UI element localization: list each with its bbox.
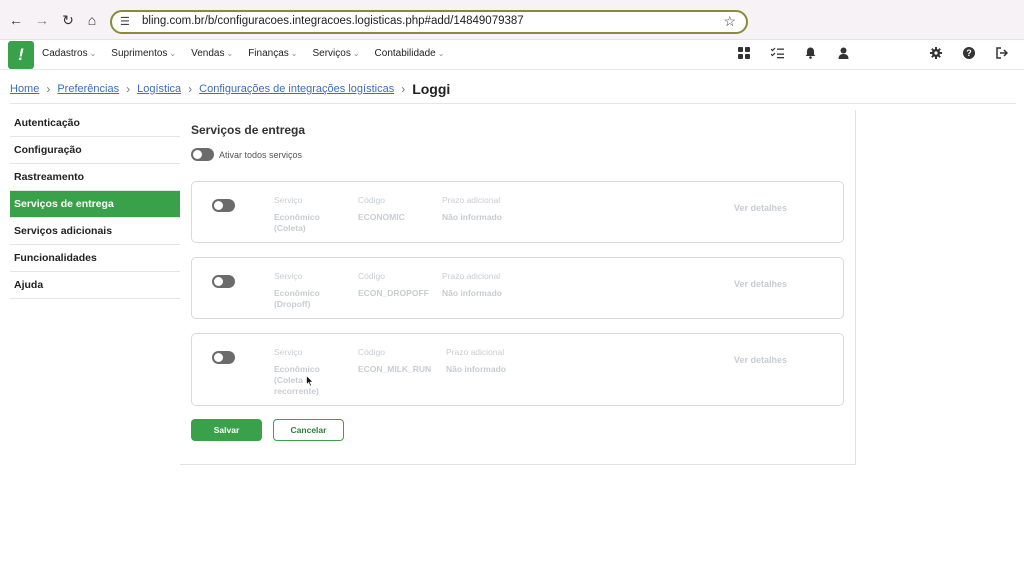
view-details-link[interactable]: Ver detalhes	[734, 279, 787, 289]
code-value: ECON_MILK_RUN	[358, 364, 432, 374]
bling-logo[interactable]: !	[8, 41, 34, 69]
sidebar-item-servicos-adicionais[interactable]: Serviços adicionais	[10, 218, 180, 245]
view-details-link[interactable]: Ver detalhes	[734, 355, 787, 365]
chevron-down-icon: ⌄	[290, 49, 298, 58]
forward-icon[interactable]: →	[34, 12, 50, 28]
breadcrumb-logistica[interactable]: Logística	[137, 83, 181, 95]
back-icon[interactable]: ←	[8, 12, 24, 28]
menu-vendas[interactable]: Vendas ⌄	[191, 40, 233, 70]
service-card: Serviço Econômico (Dropoff) Código ECON_…	[191, 257, 844, 319]
service-value: Econômico (Dropoff)	[274, 288, 320, 309]
deadline-value: Não informado	[442, 288, 502, 298]
breadcrumb-configuracoes[interactable]: Configurações de integrações logísticas	[199, 83, 394, 95]
sidebar-item-configuracao[interactable]: Configuração	[10, 137, 180, 164]
service-toggle[interactable]	[212, 351, 235, 364]
page-title: Loggi	[412, 81, 451, 97]
sidebar-item-rastreamento[interactable]: Rastreamento	[10, 164, 180, 191]
sidebar-item-autenticacao[interactable]: Autenticação	[10, 110, 180, 137]
code-value: ECON_DROPOFF	[358, 288, 429, 298]
code-value: ECONOMIC	[358, 212, 405, 222]
menu-suprimentos[interactable]: Suprimentos ⌄	[111, 40, 176, 70]
main-menu: Cadastros ⌄ Suprimentos ⌄ Vendas ⌄ Finanças…	[42, 40, 459, 70]
deadline-label: Prazo adicional	[442, 195, 501, 205]
cancel-button[interactable]: Cancelar	[273, 419, 344, 441]
user-icon[interactable]	[836, 47, 850, 61]
service-toggle[interactable]	[212, 275, 235, 288]
service-toggle[interactable]	[212, 199, 235, 212]
logout-icon[interactable]	[995, 47, 1009, 61]
site-info-icon[interactable]: ☰	[120, 15, 130, 28]
sidebar-item-ajuda[interactable]: Ajuda	[10, 272, 180, 299]
menu-servicos[interactable]: Serviços ⌄	[312, 40, 359, 70]
chevron-right-icon: ›	[401, 82, 406, 96]
service-card: Serviço Econômico (Coleta recorrente) Có…	[191, 333, 844, 406]
deadline-label: Prazo adicional	[442, 271, 501, 281]
app-header: ! Cadastros ⌄ Suprimentos ⌄ Vendas ⌄ Finanç…	[0, 40, 1024, 70]
chevron-down-icon: ⌄	[352, 49, 360, 58]
code-label: Código	[358, 271, 385, 281]
help-icon[interactable]: ?	[962, 47, 976, 61]
mouse-cursor-icon	[306, 375, 314, 387]
svg-text:?: ?	[966, 48, 972, 58]
bell-icon[interactable]	[803, 47, 817, 61]
section-title: Serviços de entrega	[191, 123, 306, 137]
gear-icon[interactable]	[929, 47, 943, 61]
chevron-down-icon: ⌄	[169, 49, 177, 58]
reload-icon[interactable]: ↻	[60, 12, 76, 28]
bookmark-star-icon[interactable]: ☆	[723, 13, 736, 30]
toggle-all-services[interactable]	[191, 148, 214, 161]
menu-financas[interactable]: Finanças ⌄	[248, 40, 297, 70]
tasks-checklist-icon[interactable]	[770, 47, 784, 61]
sidebar-item-funcionalidades[interactable]: Funcionalidades	[10, 245, 180, 272]
deadline-label: Prazo adicional	[446, 347, 505, 357]
toggle-all-label: Ativar todos serviços	[219, 150, 303, 160]
breadcrumb-home[interactable]: Home	[10, 83, 39, 95]
url-text[interactable]: bling.com.br/b/configuracoes.integracoes…	[142, 15, 524, 27]
view-details-link[interactable]: Ver detalhes	[734, 203, 787, 213]
chevron-down-icon: ⌄	[437, 49, 445, 58]
service-label: Serviço	[274, 271, 303, 281]
browser-toolbar: ← → ↻ ⌂ ☰ bling.com.br/b/configuracoes.i…	[0, 0, 1024, 40]
chevron-down-icon: ⌄	[226, 49, 234, 58]
service-label: Serviço	[274, 195, 303, 205]
deadline-value: Não informado	[446, 364, 506, 374]
breadcrumb: Home › Preferências › Logística › Config…	[10, 79, 450, 99]
menu-cadastros[interactable]: Cadastros ⌄	[42, 40, 96, 70]
delivery-services-panel: Serviços de entrega Ativar todos serviço…	[180, 110, 856, 465]
chevron-right-icon: ›	[126, 82, 131, 96]
service-label: Serviço	[274, 347, 303, 357]
apps-grid-icon[interactable]	[737, 47, 751, 61]
home-icon[interactable]: ⌂	[84, 12, 100, 28]
code-label: Código	[358, 347, 385, 357]
sidebar-item-servicos-entrega[interactable]: Serviços de entrega	[10, 191, 180, 218]
save-button[interactable]: Salvar	[191, 419, 262, 441]
chevron-down-icon: ⌄	[89, 49, 97, 58]
service-card: Serviço Econômico (Coleta) Código ECONOM…	[191, 181, 844, 243]
service-value: Econômico (Coleta)	[274, 212, 320, 233]
code-label: Código	[358, 195, 385, 205]
divider	[10, 103, 1016, 104]
menu-contabilidade[interactable]: Contabilidade ⌄	[375, 40, 445, 70]
sidebar: Autenticação Configuração Rastreamento S…	[10, 110, 180, 299]
service-value: Econômico (Coleta recorrente)	[274, 364, 320, 396]
breadcrumb-preferencias[interactable]: Preferências	[57, 83, 119, 95]
address-bar[interactable]: ☰ bling.com.br/b/configuracoes.integraco…	[110, 10, 748, 34]
deadline-value: Não informado	[442, 212, 502, 222]
chevron-right-icon: ›	[46, 82, 51, 96]
chevron-right-icon: ›	[188, 82, 193, 96]
